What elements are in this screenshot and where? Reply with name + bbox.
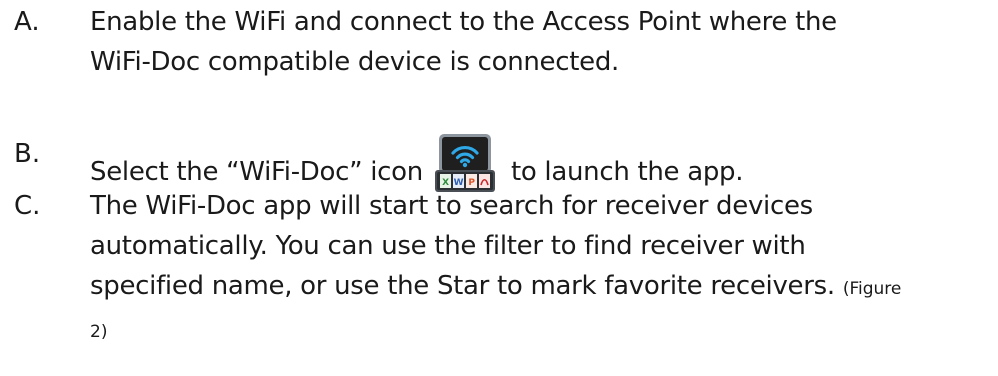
document-page: A. Enable the WiFi and connect to the Ac… (0, 0, 998, 376)
step-line-text: specified name, or use the Star to mark … (90, 271, 835, 301)
step-line: specified name, or use the Star to mark … (90, 266, 990, 309)
step-c: C. The WiFi-Doc app will start to search… (14, 186, 994, 366)
step-marker: B. (14, 139, 41, 169)
figure-reference: (Figure (842, 279, 902, 299)
step-text: The WiFi-Doc app will start to search fo… (90, 186, 990, 352)
step-text: Enable the WiFi and connect to the Acces… (90, 2, 990, 82)
step-line: 2) (90, 309, 990, 352)
step-marker: C. (14, 191, 41, 221)
step-a: A. Enable the WiFi and connect to the Ac… (14, 2, 994, 88)
step-line: WiFi-Doc compatible device is connected. (90, 47, 619, 77)
step-line: automatically. You can use the filter to… (90, 231, 806, 261)
step-line: The WiFi-Doc app will start to search fo… (90, 191, 813, 221)
step-text: Select the “WiFi-Doc” icon X W P to laun… (90, 134, 990, 194)
wifi-doc-app-icon: X W P (433, 134, 497, 194)
step-b: B. Select the “WiFi-Doc” icon X W P to l… (14, 134, 994, 192)
step-text-before-icon: Select the “WiFi-Doc” icon (90, 157, 423, 187)
step-line: Enable the WiFi and connect to the Acces… (90, 7, 837, 37)
step-marker: A. (14, 7, 40, 37)
figure-reference-number: 2) (90, 322, 108, 342)
step-text-after-icon: to launch the app. (510, 157, 744, 187)
